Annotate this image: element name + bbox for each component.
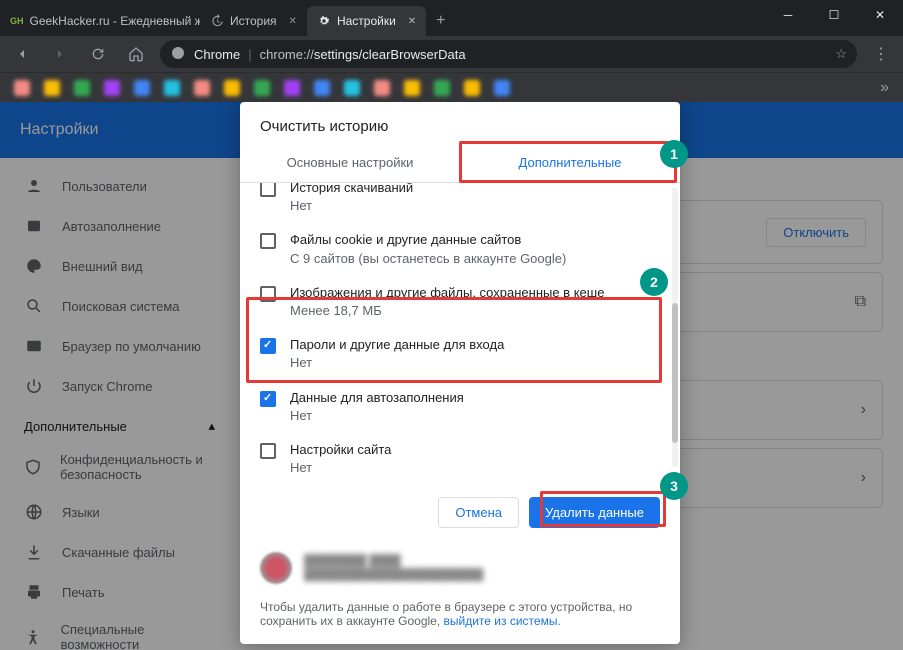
checkbox[interactable] [260, 286, 276, 302]
option-title: Изображения и другие файлы, сохраненные … [290, 284, 604, 302]
option-title: Файлы cookie и другие данные сайтов [290, 231, 566, 249]
signout-link[interactable]: выйдите из системы [444, 614, 558, 628]
close-icon[interactable]: ✕ [408, 16, 416, 27]
option-subtitle: Нет [290, 459, 391, 477]
option-site-settings[interactable]: Настройки сайтаНет [240, 433, 680, 483]
chrome-icon [170, 45, 186, 64]
tab-title: GeekHacker.ru - Ежедневный ж [30, 14, 201, 28]
option-download-history[interactable]: История скачиванийНет [240, 183, 680, 223]
close-icon[interactable]: ✕ [289, 16, 297, 27]
reload-button[interactable] [84, 40, 112, 68]
url-host: chrome:// [260, 47, 314, 62]
option-title: Пароли и другие данные для входа [290, 336, 504, 354]
url-scheme: Chrome [194, 47, 240, 62]
checkbox-checked[interactable] [260, 391, 276, 407]
option-cache[interactable]: Изображения и другие файлы, сохраненные … [240, 276, 680, 328]
confirm-button[interactable]: Удалить данные [529, 497, 660, 528]
bookmark-item[interactable] [14, 80, 30, 96]
account-blurred-text: ████████ ███████████████████████████ [304, 554, 483, 583]
option-title: История скачиваний [290, 183, 413, 197]
checkbox-checked[interactable] [260, 338, 276, 354]
tab-label: Основные настройки [287, 155, 414, 170]
dialog-account-row: ████████ ███████████████████████████ [240, 542, 680, 600]
checkbox[interactable] [260, 233, 276, 249]
history-icon [210, 14, 224, 28]
url-path: settings/clearBrowserData [314, 47, 466, 62]
dialog-title: Очистить историю [240, 102, 680, 143]
back-button[interactable] [8, 40, 36, 68]
scrollbar-thumb[interactable] [672, 303, 678, 443]
option-subtitle: Нет [290, 354, 504, 372]
home-button[interactable] [122, 40, 150, 68]
option-subtitle: Нет [290, 197, 413, 215]
tab-title: История [230, 14, 277, 28]
menu-button[interactable]: ⋮ [867, 40, 895, 68]
window-controls: ─ ☐ ✕ [765, 0, 903, 36]
new-tab-button[interactable]: + [426, 6, 455, 36]
tab-2[interactable]: История ✕ [200, 6, 307, 36]
checkbox[interactable] [260, 183, 276, 197]
dialog-actions: Отмена Удалить данные [240, 483, 680, 542]
dialog-tabs: Основные настройки Дополнительные [240, 143, 680, 183]
bookmarks-bar: » [0, 72, 903, 102]
option-cookies[interactable]: Файлы cookie и другие данные сайтовС 9 с… [240, 223, 680, 275]
maximize-button[interactable]: ☐ [811, 0, 857, 30]
option-subtitle: Нет [290, 407, 464, 425]
tab-1[interactable]: GH GeekHacker.ru - Ежедневный ж ✕ [0, 6, 200, 36]
dialog-body: История скачиванийНет Файлы cookie и дру… [240, 183, 680, 483]
bookmark-star-icon[interactable]: ☆ [835, 46, 847, 62]
tab-strip: GH GeekHacker.ru - Ежедневный ж ✕ Истори… [0, 0, 765, 36]
address-bar[interactable]: Chrome | chrome://settings/clearBrowserD… [160, 40, 857, 68]
tab-3-active[interactable]: Настройки ✕ [307, 6, 426, 36]
option-title: Настройки сайта [290, 441, 391, 459]
tab-basic[interactable]: Основные настройки [240, 143, 460, 182]
window-titlebar: GH GeekHacker.ru - Ежедневный ж ✕ Истори… [0, 0, 903, 36]
annotation-marker-1: 1 [660, 140, 688, 168]
option-title: Данные для автозаполнения [290, 389, 464, 407]
checkbox[interactable] [260, 443, 276, 459]
option-autofill[interactable]: Данные для автозаполненияНет [240, 381, 680, 433]
option-subtitle: С 9 сайтов (вы останетесь в аккаунте Goo… [290, 250, 566, 268]
tab-label: Дополнительные [519, 155, 622, 170]
browser-toolbar: Chrome | chrome://settings/clearBrowserD… [0, 36, 903, 72]
dialog-footer: Чтобы удалить данные о работе в браузере… [240, 600, 680, 644]
option-passwords[interactable]: Пароли и другие данные для входаНет [240, 328, 680, 380]
tab-title: Настройки [337, 14, 396, 28]
forward-button[interactable] [46, 40, 74, 68]
cancel-button[interactable]: Отмена [438, 497, 519, 528]
option-subtitle: Менее 18,7 МБ [290, 302, 604, 320]
avatar [260, 552, 292, 584]
gear-icon [317, 14, 331, 28]
minimize-button[interactable]: ─ [765, 0, 811, 30]
annotation-marker-3: 3 [660, 472, 688, 500]
annotation-marker-2: 2 [640, 268, 668, 296]
page-content: Настройки Пользователи Автозаполнение Вн… [0, 102, 903, 650]
bookmarks-overflow-icon[interactable]: » [880, 79, 889, 97]
tab-advanced[interactable]: Дополнительные [460, 143, 680, 182]
close-button[interactable]: ✕ [857, 0, 903, 30]
clear-data-dialog: Очистить историю Основные настройки Допо… [240, 102, 680, 644]
favicon-icon: GH [10, 14, 24, 28]
